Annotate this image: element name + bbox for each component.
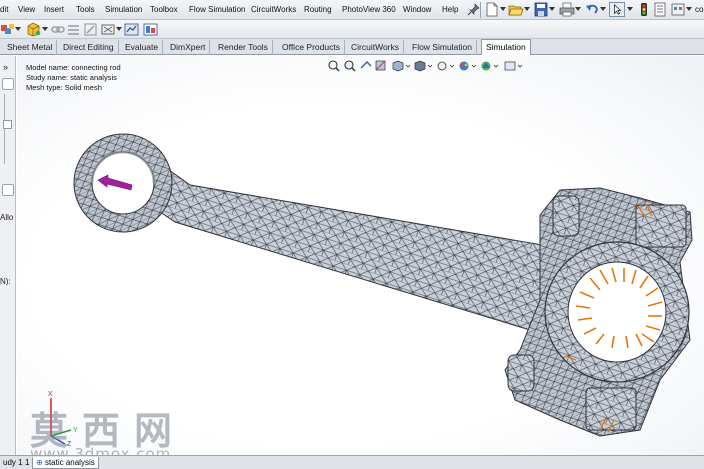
select-icon[interactable]	[609, 2, 625, 17]
plot-settings-icon[interactable]	[143, 22, 159, 37]
file-properties-icon[interactable]	[652, 2, 668, 17]
menu-insert[interactable]: Insert	[44, 5, 64, 14]
property-label: N):	[0, 277, 11, 286]
shank-mesh	[149, 159, 576, 331]
bolt-boss-top	[552, 195, 580, 237]
chevron-down-icon[interactable]	[116, 27, 122, 31]
command-manager-tabs: Sheet Metal Direct Editing Evaluate DimX…	[0, 39, 704, 55]
menu-separator	[480, 2, 481, 18]
print-icon[interactable]	[559, 2, 575, 17]
tab-circuitworks[interactable]: CircuitWorks	[347, 40, 405, 55]
menu-bar: dit View Insert Tools Simulation Toolbox…	[0, 0, 704, 20]
cap-block-top	[635, 204, 687, 248]
menu-circuitworks[interactable]: CircuitWorks	[251, 5, 296, 14]
triad-x-label: X	[48, 391, 53, 398]
menu-flow-simulation[interactable]: Flow Simulation	[189, 5, 245, 14]
panel-control[interactable]	[2, 78, 14, 90]
chevron-down-icon[interactable]	[42, 27, 48, 31]
study-tab-bar: udy 1 1 ⊕ static analysis	[0, 455, 704, 469]
menu-routing[interactable]: Routing	[304, 5, 332, 14]
sketch-icon[interactable]	[83, 22, 99, 37]
menu-window[interactable]: Window	[403, 5, 431, 14]
options-icon[interactable]	[670, 2, 686, 17]
chevron-down-icon[interactable]	[627, 7, 633, 11]
chevron-down-icon[interactable]	[600, 7, 606, 11]
graphics-viewport[interactable]: Model name: connecting rod Study name: s…	[17, 56, 704, 455]
tree-expander[interactable]	[3, 120, 12, 129]
chevron-down-icon[interactable]	[15, 27, 21, 31]
tab-render-tools[interactable]: Render Tools	[214, 40, 273, 55]
connecting-rod-mesh[interactable]	[17, 56, 704, 455]
study-icon: ⊕	[36, 458, 43, 467]
rebuild-list-icon[interactable]	[66, 22, 82, 37]
bolt-boss-bottom	[507, 354, 535, 392]
simulation-study-icon[interactable]	[124, 22, 140, 37]
chevron-down-icon[interactable]	[686, 7, 692, 11]
menu-toolbox[interactable]: Toolbox	[150, 5, 178, 14]
tab-direct-editing[interactable]: Direct Editing	[59, 40, 119, 55]
tab-evaluate[interactable]: Evaluate	[121, 40, 164, 55]
watermark-url: www.3dmox.com	[30, 445, 172, 455]
appearance-icon[interactable]	[0, 22, 16, 37]
tab-simulation[interactable]: Simulation	[481, 39, 531, 55]
tab-office-products[interactable]: Office Products	[278, 40, 345, 55]
feature-manager-panel: » Allo N):	[0, 56, 16, 455]
undo-icon[interactable]	[584, 2, 600, 17]
big-end-bore	[567, 261, 667, 363]
menu-edit[interactable]: dit	[0, 5, 8, 14]
chevron-down-icon[interactable]	[500, 7, 506, 11]
link-values-icon[interactable]	[50, 22, 66, 37]
open-folder-icon[interactable]	[508, 2, 524, 17]
rebuild-icon[interactable]	[636, 2, 652, 17]
chevron-down-icon[interactable]	[549, 7, 555, 11]
tab-sheet-metal[interactable]: Sheet Metal	[3, 40, 58, 55]
chevron-down-icon[interactable]	[524, 7, 530, 11]
dimension-icon[interactable]	[100, 22, 116, 37]
display-style-icon[interactable]	[26, 22, 42, 37]
menu-tools[interactable]: Tools	[76, 5, 95, 14]
feature-toolbar	[0, 20, 704, 39]
tab-dimxpert[interactable]: DimXpert	[166, 40, 211, 55]
menu-photoview[interactable]: PhotoView 360	[342, 5, 396, 14]
tab-static-analysis-label: static analysis	[44, 458, 95, 467]
chevron-down-icon[interactable]	[575, 7, 581, 11]
tab-static-analysis[interactable]: ⊕ static analysis	[32, 457, 99, 469]
menu-view[interactable]: View	[18, 5, 35, 14]
tab-flow-simulation[interactable]: Flow Simulation	[408, 40, 477, 55]
menu-simulation[interactable]: Simulation	[105, 5, 142, 14]
expand-panel-button[interactable]: »	[3, 62, 8, 72]
tab-scroll-arrow[interactable]: 1	[22, 457, 32, 469]
property-label: Allo	[0, 213, 14, 222]
save-icon[interactable]	[533, 2, 549, 17]
tree-line	[4, 94, 14, 164]
new-document-icon[interactable]	[484, 2, 500, 17]
window-title-fragment: co	[695, 5, 704, 14]
panel-control[interactable]	[2, 184, 14, 196]
cap-block-bottom	[585, 387, 637, 431]
menu-help[interactable]: Help	[442, 5, 458, 14]
